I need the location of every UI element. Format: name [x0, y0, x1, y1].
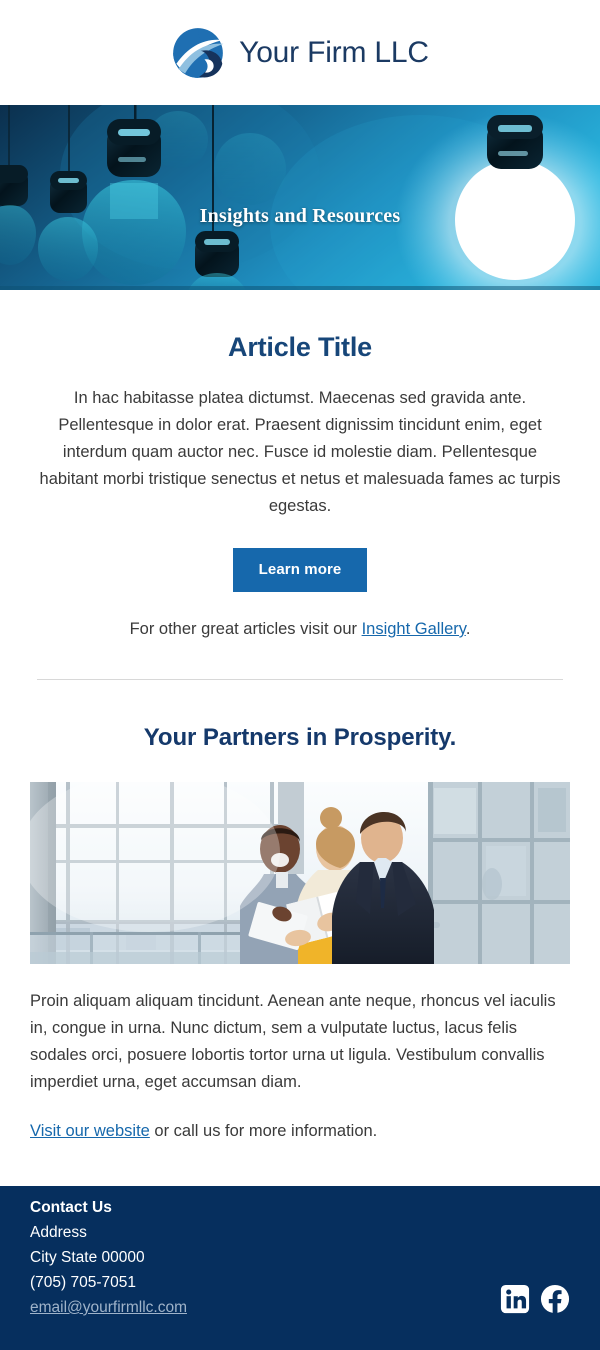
learn-more-button[interactable]: Learn more [232, 548, 368, 592]
linkedin-icon[interactable] [500, 1284, 530, 1314]
contact-block: Contact Us Address City State 00000 (705… [30, 1199, 187, 1320]
contact-heading: Contact Us [30, 1199, 112, 1216]
website-line: Visit our website or call us for more in… [30, 1122, 570, 1141]
section-divider [37, 679, 563, 680]
hero-banner: Insights and Resources [0, 105, 600, 290]
visit-website-link[interactable]: Visit our website [30, 1122, 150, 1140]
website-line-suffix: or call us for more information. [149, 1122, 378, 1140]
contact-email-link[interactable]: email@yourfirmllc.com [30, 1295, 187, 1320]
partners-photo [30, 782, 570, 964]
insight-gallery-link[interactable]: Insight Gallery [362, 620, 466, 638]
email-footer: Contact Us Address City State 00000 (705… [0, 1186, 600, 1350]
social-links [500, 1284, 570, 1320]
partners-body-text: Proin aliquam aliquam tincidunt. Aenean … [30, 992, 556, 1091]
email-newsletter-page: Your Firm LLC Insights and Resources Art… [0, 0, 600, 1350]
article-body-text: In hac habitasse platea dictumst. Maecen… [39, 389, 561, 515]
email-header: Your Firm LLC [0, 0, 600, 105]
brand-wordmark: Your Firm LLC [239, 35, 429, 69]
hero-title: Insights and Resources [199, 205, 401, 227]
swoosh-circle-logo-icon [171, 26, 225, 80]
gallery-line-prefix: For other great articles visit our [129, 620, 362, 638]
gallery-line-suffix: . [465, 620, 471, 638]
footer-inner: Contact Us Address City State 00000 (705… [30, 1199, 570, 1320]
main-content: Article Title In hac habitasse platea di… [0, 332, 600, 1141]
page-title: Article Title [228, 332, 372, 362]
partners-section-title: Your Partners in Prosperity. [143, 724, 457, 751]
cta-container: Learn more [30, 548, 570, 592]
contact-phone: (705) 705-7051 [30, 1274, 136, 1291]
gallery-line: For other great articles visit our Insig… [30, 620, 570, 639]
contact-city-state-zip: City State 00000 [30, 1249, 145, 1266]
contact-address: Address [30, 1224, 87, 1241]
brand-logo-lockup[interactable]: Your Firm LLC [171, 26, 429, 80]
facebook-icon[interactable] [540, 1284, 570, 1314]
